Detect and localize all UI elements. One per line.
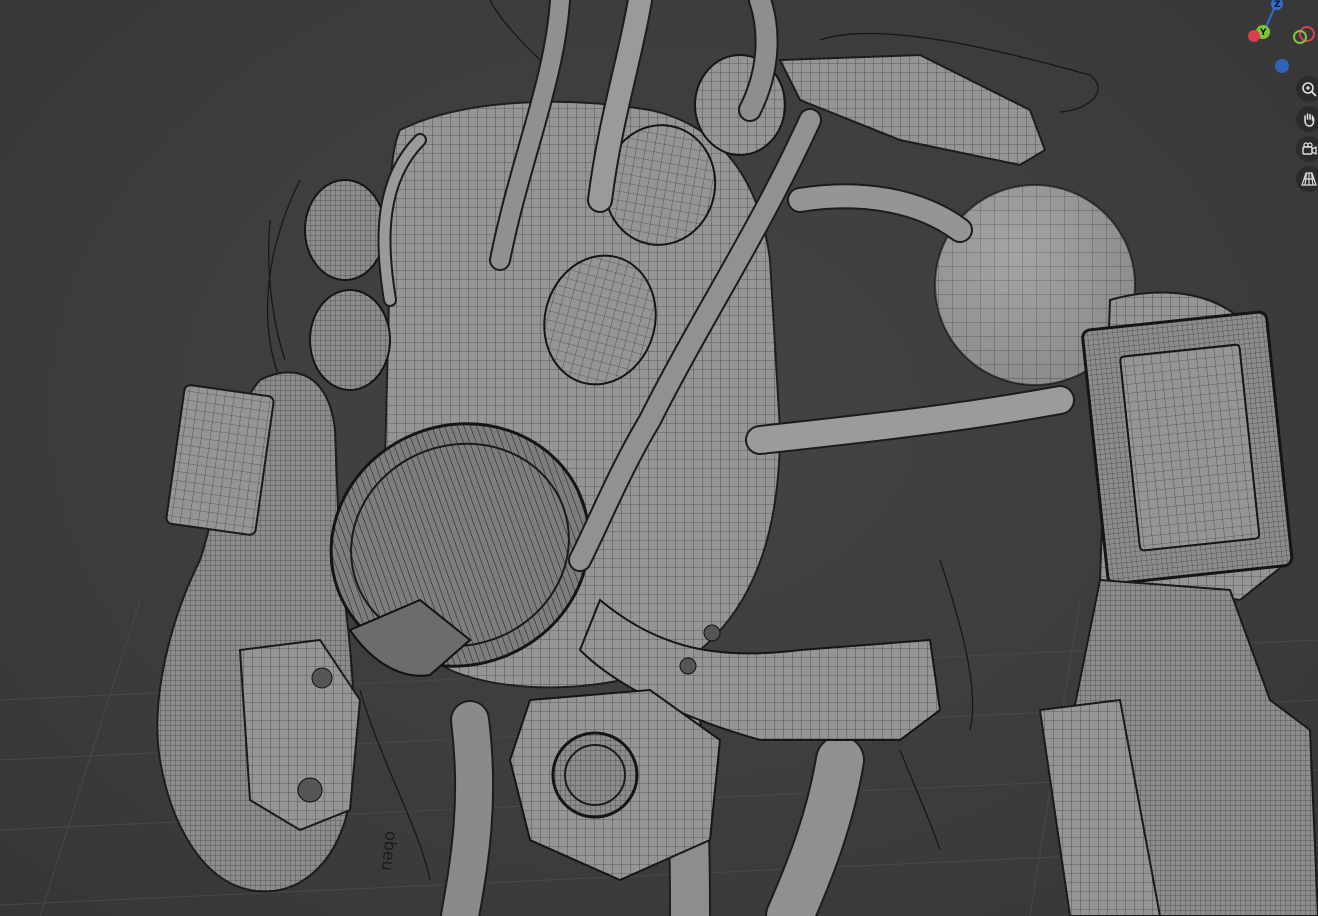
- gizmo-z-label: Z: [1274, 0, 1281, 10]
- gizmo-x-axis: [1248, 30, 1260, 42]
- navigation-tools: [1296, 76, 1318, 196]
- right-arm: [1038, 291, 1318, 916]
- gizmo-y-label: Y: [1259, 28, 1267, 38]
- camera-view-icon[interactable]: [1296, 136, 1318, 162]
- hand-pan-icon[interactable]: [1296, 106, 1318, 132]
- left-arm: [156, 371, 362, 893]
- navigation-gizmo[interactable]: Z Y: [1236, 0, 1318, 80]
- gizmo-neg-z-axis: [1275, 59, 1289, 73]
- gizmo-neg-x-axis: [1299, 26, 1315, 42]
- forearm-engraving: obeu: [378, 830, 401, 872]
- perspective-grid-icon[interactable]: [1296, 166, 1318, 192]
- top-blade: [778, 53, 1047, 167]
- zoom-icon[interactable]: [1296, 76, 1318, 102]
- viewport-scene[interactable]: obeu: [0, 0, 1318, 916]
- engraving-text: obeu: [378, 830, 401, 872]
- 3d-viewport[interactable]: obeu Z Y: [0, 0, 1318, 916]
